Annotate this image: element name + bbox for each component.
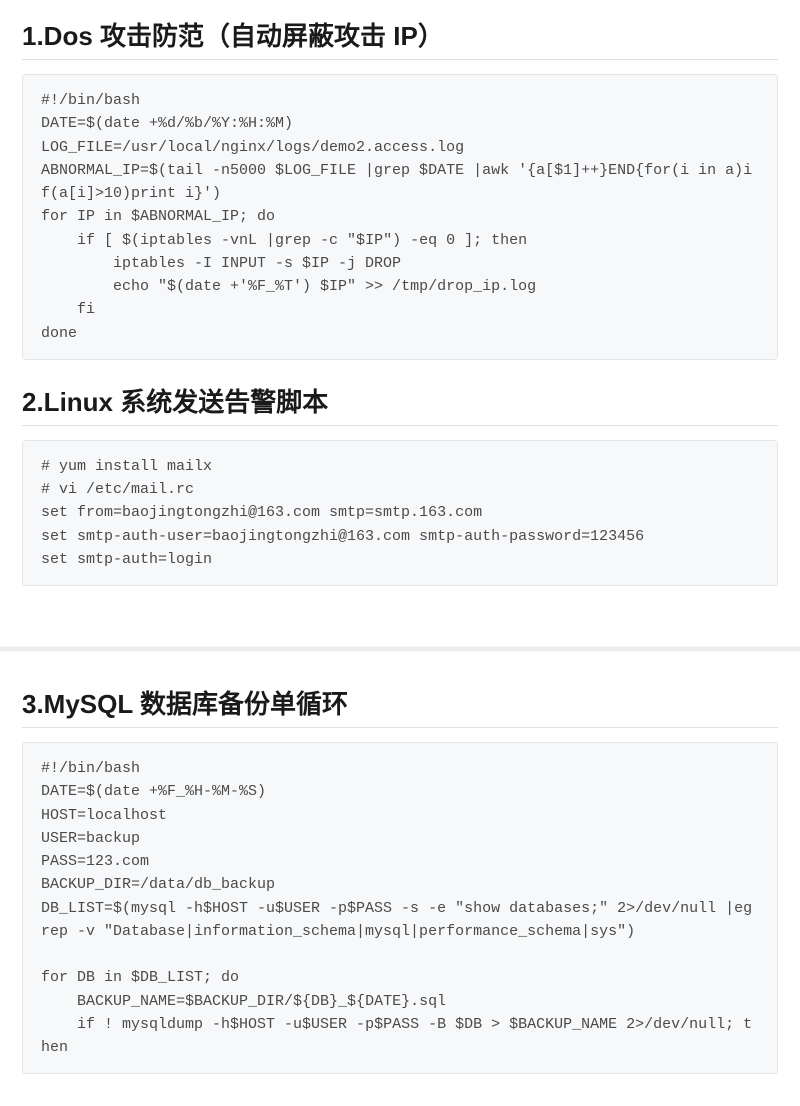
section-1-heading: 1.Dos 攻击防范（自动屏蔽攻击 IP）	[22, 16, 778, 60]
section-3-code-block[interactable]: #!/bin/bash DATE=$(date +%F_%H-%M-%S) HO…	[22, 742, 778, 1074]
section-1: 1.Dos 攻击防范（自动屏蔽攻击 IP） #!/bin/bash DATE=$…	[22, 16, 778, 360]
page-divider	[0, 608, 800, 678]
section-3: 3.MySQL 数据库备份单循环 #!/bin/bash DATE=$(date…	[22, 684, 778, 1074]
section-2-heading: 2.Linux 系统发送告警脚本	[22, 382, 778, 426]
section-1-code-block[interactable]: #!/bin/bash DATE=$(date +%d/%b/%Y:%H:%M)…	[22, 74, 778, 360]
section-2: 2.Linux 系统发送告警脚本 # yum install mailx # v…	[22, 382, 778, 586]
section-2-code-block[interactable]: # yum install mailx # vi /etc/mail.rc se…	[22, 440, 778, 586]
section-3-heading: 3.MySQL 数据库备份单循环	[22, 684, 778, 728]
